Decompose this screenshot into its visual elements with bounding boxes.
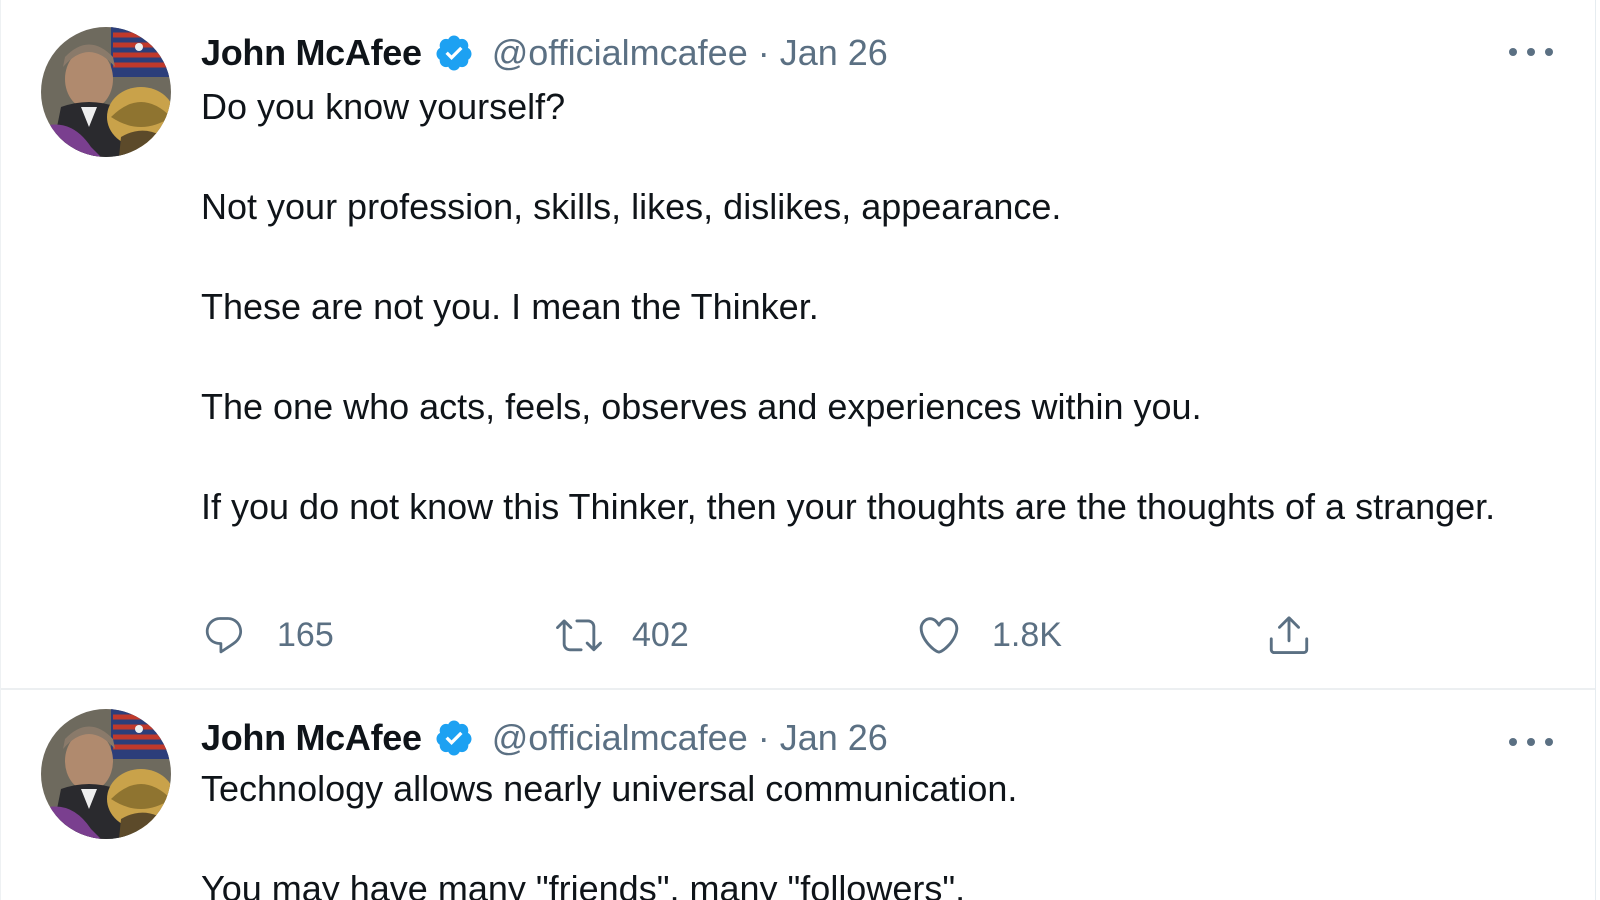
author-name[interactable]: John McAfee (201, 32, 422, 74)
tweet[interactable]: John McAfee @officialmcafee · Jan 26 Tec… (1, 692, 1595, 900)
like-icon (916, 612, 962, 658)
retweet-count: 402 (632, 615, 689, 654)
author-handle[interactable]: @officialmcafee (492, 717, 748, 759)
more-options-icon[interactable] (1509, 42, 1553, 62)
share-button[interactable] (1266, 610, 1312, 660)
retweet-button[interactable]: 402 (556, 610, 689, 660)
avatar[interactable] (41, 709, 171, 839)
tweet-text: Technology allows nearly universal commu… (201, 764, 1521, 900)
verified-badge-icon (434, 718, 474, 758)
author-handle[interactable]: @officialmcafee (492, 32, 748, 74)
tweet-paragraph: Not your profession, skills, likes, disl… (201, 186, 1062, 227)
reply-button[interactable]: 165 (201, 610, 334, 660)
reply-count: 165 (277, 615, 334, 654)
like-button[interactable]: 1.8K (916, 610, 1062, 660)
avatar[interactable] (41, 27, 171, 157)
author-name[interactable]: John McAfee (201, 717, 422, 759)
tweet-paragraph: The one who acts, feels, observes and ex… (201, 386, 1202, 427)
tweet-paragraph: Technology allows nearly universal commu… (201, 768, 1018, 809)
tweet-paragraph: You may have many "friends", many "follo… (201, 868, 966, 900)
like-count: 1.8K (992, 615, 1062, 654)
tweet-date[interactable]: Jan 26 (780, 32, 888, 74)
more-options-icon[interactable] (1509, 732, 1553, 752)
tweet[interactable]: John McAfee @officialmcafee · Jan 26 Do … (1, 0, 1595, 690)
separator-dot: · (757, 32, 770, 73)
reply-icon (201, 612, 247, 658)
tweet-actions: 165 402 1.8K (201, 610, 1341, 660)
timeline: John McAfee @officialmcafee · Jan 26 Do … (0, 0, 1596, 900)
avatar-image (41, 27, 171, 157)
tweet-paragraph: If you do not know this Thinker, then yo… (201, 486, 1496, 527)
verified-badge-icon (434, 33, 474, 73)
tweet-header: John McAfee @officialmcafee · Jan 26 (201, 715, 888, 761)
tweet-header: John McAfee @officialmcafee · Jan 26 (201, 30, 888, 76)
tweet-text: Do you know yourself? Not your professio… (201, 82, 1521, 532)
avatar-image (41, 709, 171, 839)
separator-dot: · (757, 717, 770, 758)
tweet-date[interactable]: Jan 26 (780, 717, 888, 759)
tweet-paragraph: Do you know yourself? (201, 86, 566, 127)
share-icon (1266, 612, 1312, 658)
retweet-icon (556, 612, 602, 658)
tweet-paragraph: These are not you. I mean the Thinker. (201, 286, 819, 327)
